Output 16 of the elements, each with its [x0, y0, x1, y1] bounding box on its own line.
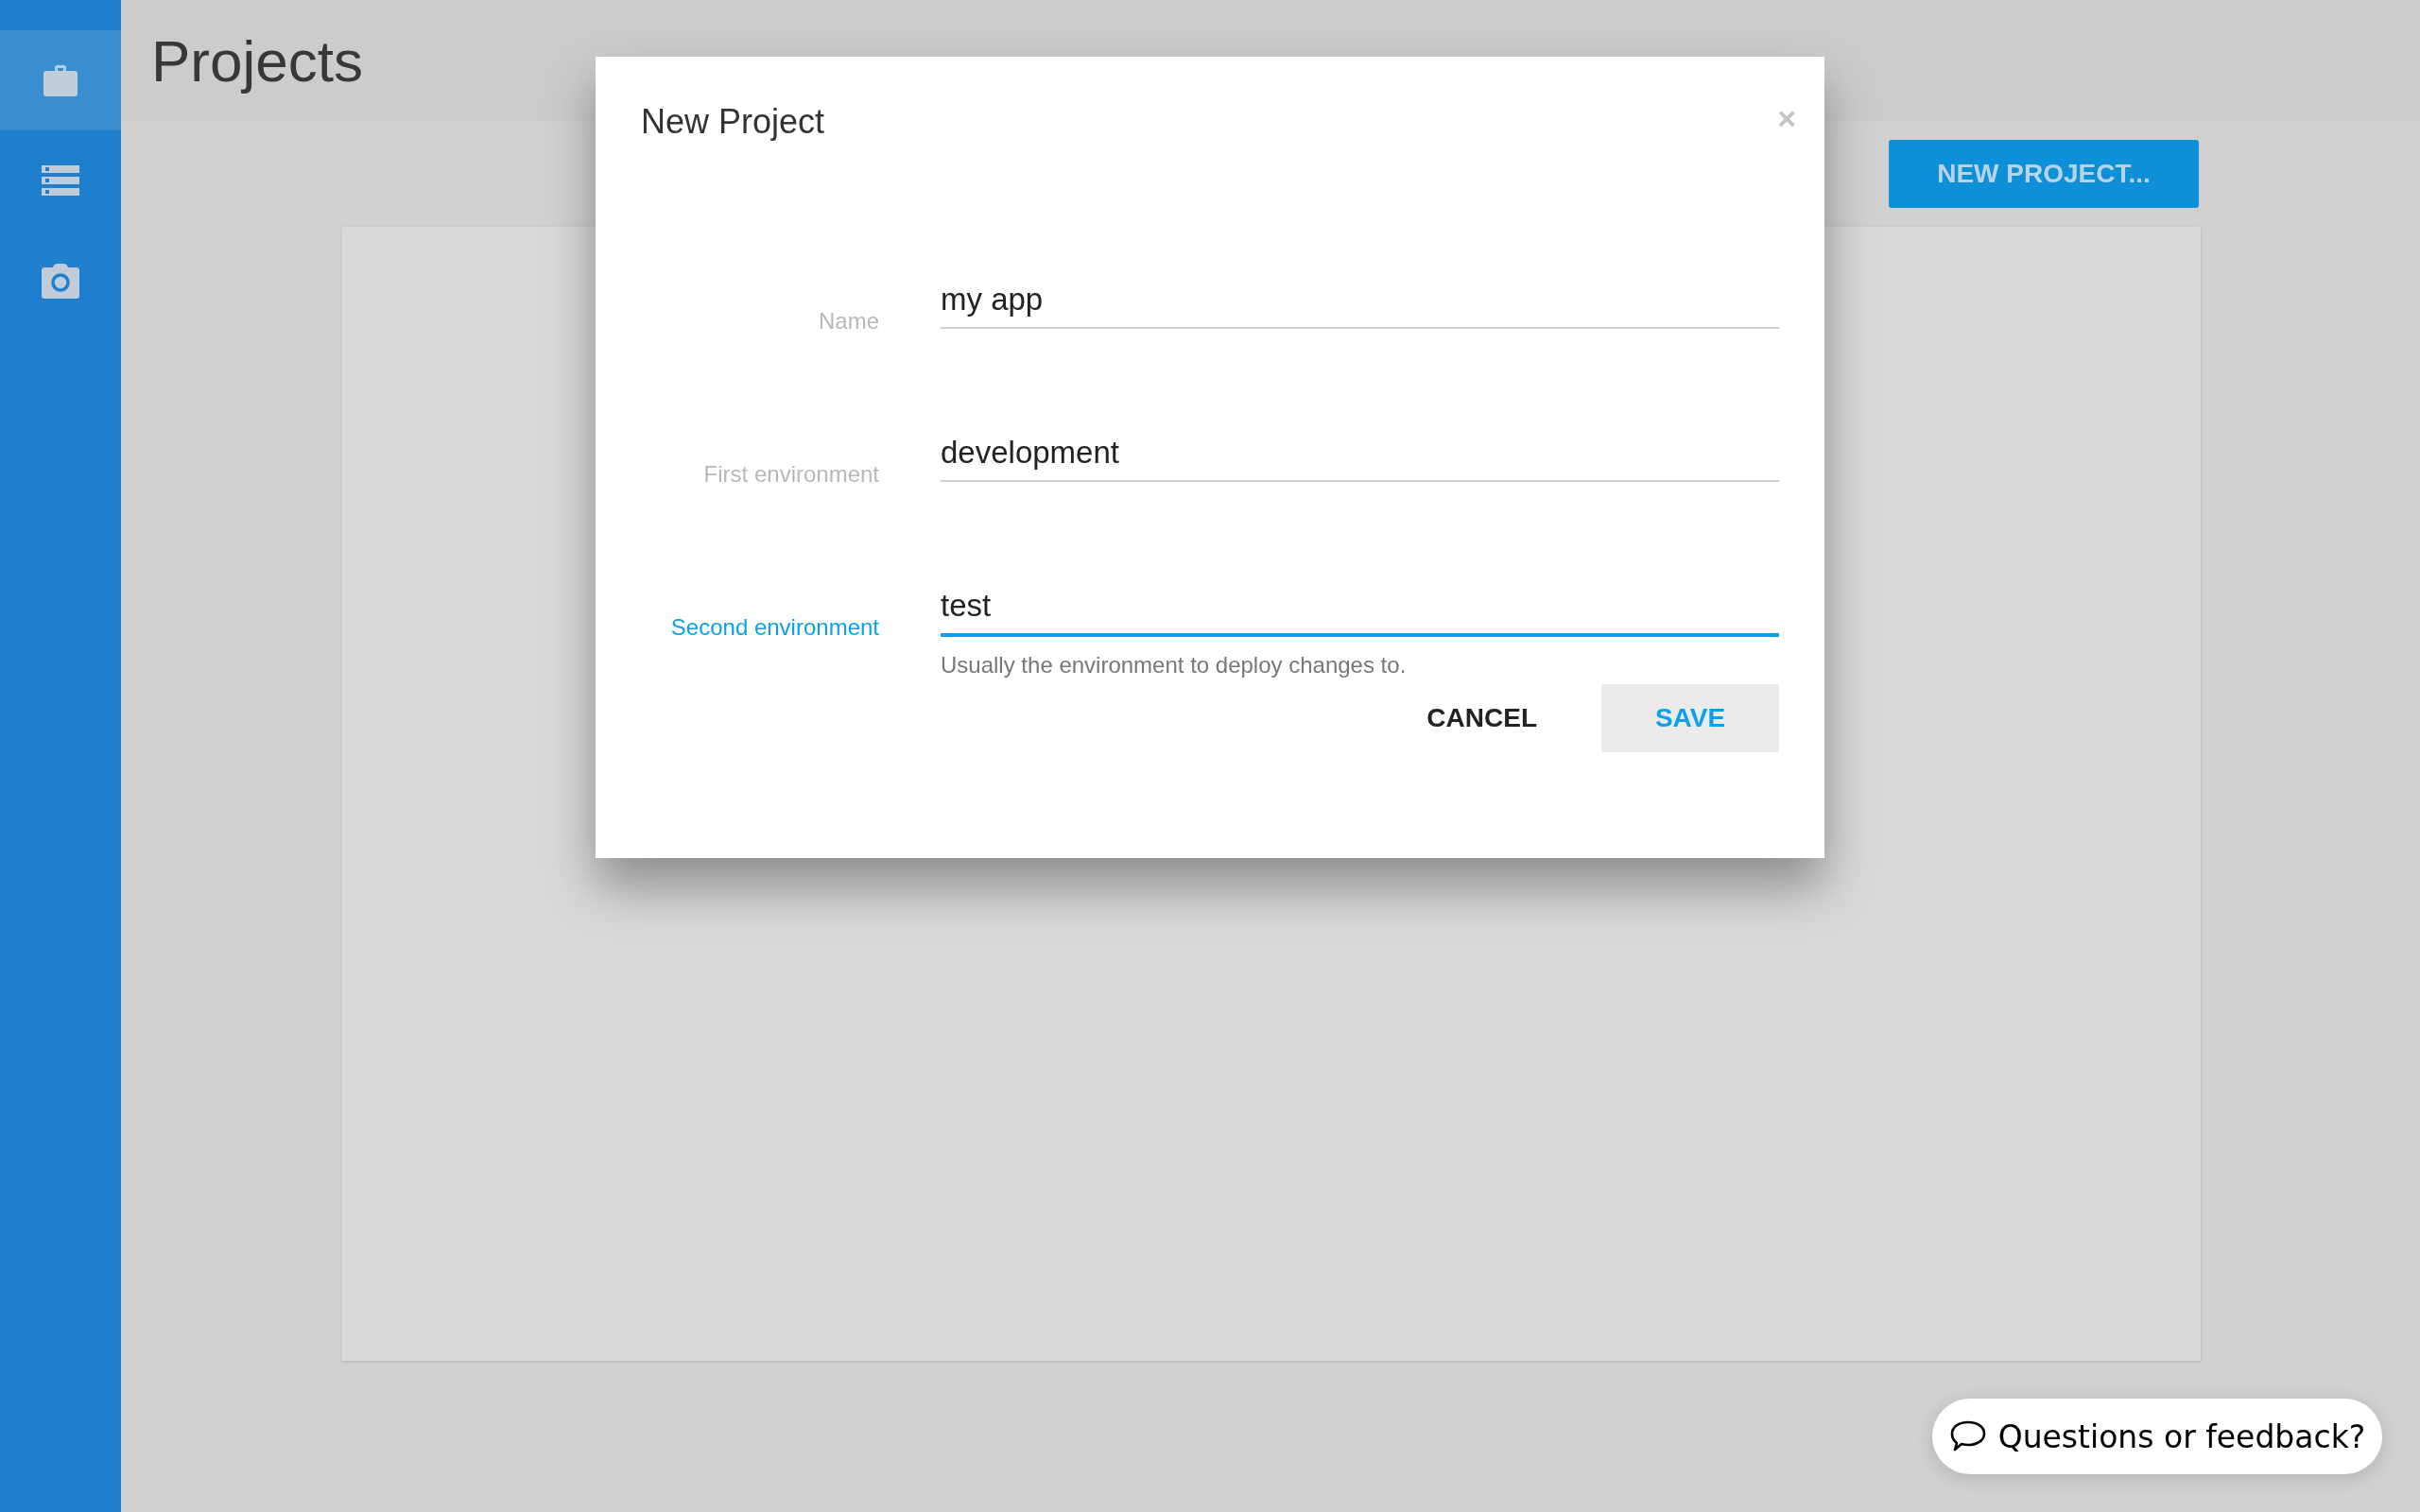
input-field[interactable]: development	[941, 435, 1779, 482]
field-label: First environment	[702, 461, 879, 488]
cancel-button[interactable]: CANCEL	[1400, 684, 1564, 752]
dialog-title: New Project	[641, 102, 825, 142]
help-text: Usually the environment to deploy changes to.	[941, 652, 1408, 679]
speech-bubble-icon	[1948, 1419, 1987, 1453]
page-title: Projects	[151, 26, 363, 94]
briefcase-icon	[42, 62, 79, 98]
server-list-icon	[42, 165, 79, 196]
field-label: Name	[817, 308, 879, 335]
sidebar-item[interactable]	[0, 30, 121, 130]
input-field[interactable]: my app	[941, 282, 1779, 329]
feedback-button[interactable]: Questions or feedback?	[1932, 1399, 2382, 1474]
field-label: Second environment	[669, 614, 879, 641]
camera-icon	[42, 263, 79, 299]
input-field[interactable]: test	[941, 588, 1779, 637]
